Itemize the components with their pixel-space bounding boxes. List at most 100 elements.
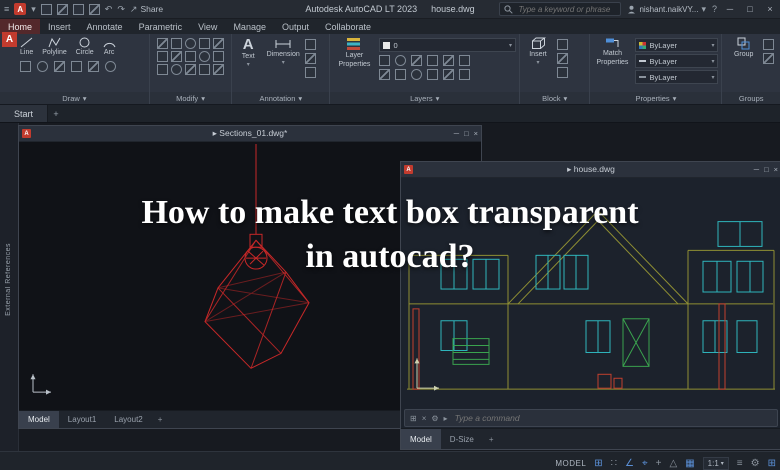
tab-d-size[interactable]: D-Size bbox=[441, 429, 483, 449]
lineweight-select[interactable]: ByLayer ▾ bbox=[635, 54, 719, 68]
tool-icon[interactable] bbox=[411, 55, 423, 66]
tool-icon[interactable] bbox=[427, 69, 439, 80]
logo-caret-icon[interactable]: ▾ bbox=[31, 4, 36, 14]
tool-icon[interactable] bbox=[305, 53, 317, 64]
application-button[interactable]: A bbox=[2, 32, 17, 47]
qat-open-icon[interactable] bbox=[56, 3, 68, 15]
house-window-titlebar[interactable]: A ▸ house.dwg ─ □ × bbox=[401, 162, 780, 178]
object-snap-icon[interactable]: ⌖ bbox=[642, 458, 648, 469]
dimension-tool[interactable]: Dimension ▾ bbox=[265, 37, 301, 92]
panel-label-block[interactable]: Block ▾ bbox=[520, 92, 590, 104]
object-color-select[interactable]: ByLayer ▾ bbox=[635, 38, 719, 52]
tab-layout2[interactable]: Layout2 bbox=[105, 411, 151, 428]
search-input[interactable] bbox=[516, 3, 617, 15]
command-input[interactable] bbox=[452, 412, 772, 424]
tab-layout1[interactable]: Layout1 bbox=[59, 411, 105, 428]
panel-label-properties[interactable]: Properties ▾ bbox=[590, 92, 722, 104]
command-customize-icon[interactable]: ⚙ bbox=[431, 414, 438, 423]
menu-icon[interactable]: ≡ bbox=[4, 4, 9, 14]
tool-icon[interactable] bbox=[459, 55, 471, 66]
tool-icon[interactable] bbox=[305, 67, 317, 78]
annotation-visibility-icon[interactable]: ▦ bbox=[685, 458, 694, 469]
panel-label-modify[interactable]: Modify ▾ bbox=[149, 92, 232, 104]
tool-icon[interactable] bbox=[379, 69, 391, 80]
tool-icon[interactable] bbox=[37, 61, 48, 72]
panel-label-annotation[interactable]: Annotation ▾ bbox=[232, 92, 330, 104]
tool-icon[interactable] bbox=[459, 69, 471, 80]
tool-icon[interactable] bbox=[185, 51, 197, 62]
polyline-tool[interactable]: Polyline bbox=[42, 37, 67, 56]
tool-icon[interactable] bbox=[557, 67, 568, 78]
arc-tool[interactable]: Arc bbox=[103, 37, 116, 56]
circle-tool[interactable]: Circle bbox=[76, 37, 94, 56]
sections-window-titlebar[interactable]: A ▸ Sections_01.dwg* ─ □ × bbox=[19, 126, 481, 142]
doc-close-button[interactable]: × bbox=[474, 129, 478, 138]
tool-icon[interactable] bbox=[54, 61, 65, 72]
tab-model[interactable]: Model bbox=[19, 411, 59, 428]
autocad-logo-icon[interactable]: A bbox=[14, 3, 27, 15]
tab-insert[interactable]: Insert bbox=[40, 19, 79, 34]
qat-plot-icon[interactable] bbox=[88, 3, 100, 15]
tab-annotate[interactable]: Annotate bbox=[79, 19, 131, 34]
tool-icon[interactable] bbox=[199, 64, 211, 75]
linetype-select[interactable]: ByLayer ▾ bbox=[635, 70, 719, 84]
add-layout-button[interactable]: + bbox=[483, 429, 500, 449]
isolate-objects-icon[interactable]: ⊞ bbox=[768, 458, 776, 469]
tab-model[interactable]: Model bbox=[401, 429, 441, 449]
line-tool[interactable]: Line bbox=[20, 37, 33, 56]
tool-icon[interactable] bbox=[443, 69, 455, 80]
tool-icon[interactable] bbox=[185, 38, 197, 49]
tool-icon[interactable] bbox=[213, 38, 225, 49]
grid-display-icon[interactable]: ⊞ bbox=[594, 458, 602, 469]
tool-icon[interactable] bbox=[443, 55, 455, 66]
undo-icon[interactable]: ↶ bbox=[105, 4, 113, 14]
share-button[interactable]: ↗ Share bbox=[130, 4, 163, 14]
tool-icon[interactable] bbox=[427, 55, 439, 66]
tool-icon[interactable] bbox=[88, 61, 99, 72]
tab-view[interactable]: View bbox=[190, 19, 225, 34]
search-box[interactable] bbox=[499, 2, 622, 16]
tool-icon[interactable] bbox=[379, 55, 391, 66]
tool-icon[interactable] bbox=[20, 61, 31, 72]
tool-icon[interactable] bbox=[199, 38, 211, 49]
command-grid-icon[interactable]: ⊞ bbox=[410, 414, 417, 423]
tool-icon[interactable] bbox=[71, 61, 82, 72]
tool-icon[interactable] bbox=[171, 64, 183, 75]
doc-maximize-button[interactable]: □ bbox=[764, 165, 769, 174]
panel-label-layers[interactable]: Layers ▾ bbox=[330, 92, 519, 104]
new-drawing-tab-button[interactable]: + bbox=[48, 105, 64, 122]
doc-maximize-button[interactable]: □ bbox=[464, 129, 469, 138]
match-properties-tool[interactable]: Match Properties bbox=[593, 37, 631, 92]
customization-icon[interactable]: ⚙ bbox=[751, 458, 760, 469]
command-close-icon[interactable]: × bbox=[422, 414, 427, 423]
annotation-scale-button[interactable]: 1:1 ▾ bbox=[702, 456, 729, 470]
qat-new-icon[interactable] bbox=[40, 3, 52, 15]
doc-minimize-button[interactable]: ─ bbox=[454, 129, 459, 138]
help-icon[interactable]: ? bbox=[712, 4, 717, 14]
tool-icon[interactable] bbox=[762, 53, 774, 64]
tool-icon[interactable] bbox=[762, 39, 774, 50]
tool-icon[interactable] bbox=[305, 39, 317, 50]
tool-icon[interactable] bbox=[105, 61, 116, 72]
maximize-button[interactable]: □ bbox=[743, 4, 757, 14]
external-references-palette[interactable]: External References bbox=[0, 123, 19, 451]
redo-icon[interactable]: ↷ bbox=[117, 4, 125, 14]
tool-icon[interactable] bbox=[557, 39, 568, 50]
tool-icon[interactable] bbox=[395, 69, 407, 80]
doc-close-button[interactable]: × bbox=[774, 165, 778, 174]
house-viewport[interactable] bbox=[401, 178, 780, 408]
file-tab-start[interactable]: Start bbox=[0, 105, 49, 122]
panel-label-draw[interactable]: Draw ▾ bbox=[0, 92, 149, 104]
tool-icon[interactable] bbox=[395, 55, 407, 66]
tab-manage[interactable]: Manage bbox=[225, 19, 274, 34]
layer-properties-tool[interactable]: Layer Properties bbox=[333, 37, 375, 92]
tool-icon[interactable] bbox=[157, 64, 169, 75]
panel-label-groups[interactable]: Groups bbox=[722, 92, 780, 104]
tool-icon[interactable] bbox=[213, 51, 225, 62]
isometric-drafting-icon[interactable]: △ bbox=[670, 458, 678, 469]
tool-icon[interactable] bbox=[199, 51, 211, 62]
tool-icon[interactable] bbox=[171, 51, 183, 62]
qat-save-icon[interactable] bbox=[72, 3, 84, 15]
house-document-window[interactable]: A ▸ house.dwg ─ □ × ⊞ × ⚙ ▸ Type a comma… bbox=[400, 161, 780, 450]
tool-icon[interactable] bbox=[157, 51, 169, 62]
